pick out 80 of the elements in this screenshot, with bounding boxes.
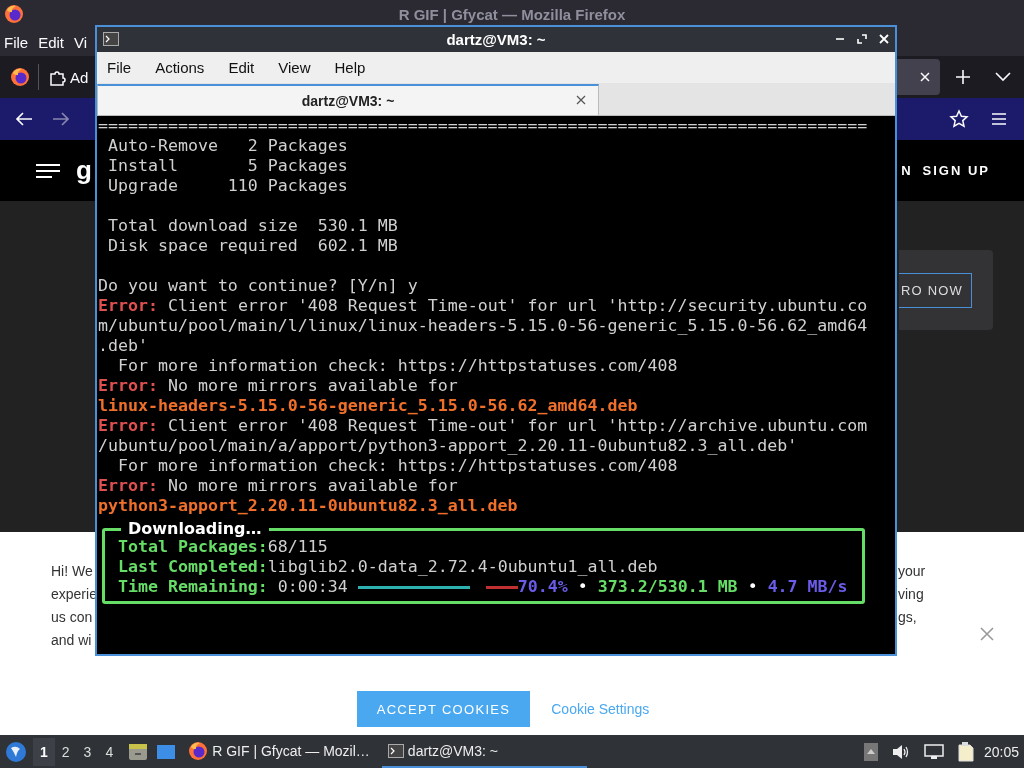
menu-item[interactable]: Help xyxy=(334,59,366,76)
chevron-down-icon[interactable] xyxy=(995,72,1011,82)
terminal-icon xyxy=(387,743,404,758)
cookie-text: your xyxy=(898,562,927,581)
browser-tab[interactable] xyxy=(897,59,940,95)
firefox-icon[interactable] xyxy=(10,67,30,87)
site-logo[interactable]: g xyxy=(76,155,92,186)
terminal-icon xyxy=(103,32,119,46)
speed-text: 4.7 MB/s xyxy=(767,577,848,597)
login-link[interactable]: N xyxy=(901,163,913,178)
terminal-line: Do you want to continue? [Y/n] y xyxy=(98,276,419,296)
back-arrow-icon[interactable] xyxy=(15,111,33,127)
terminal-line: Auto-Remove 2 Packages xyxy=(107,136,349,156)
firefox-icon xyxy=(188,740,209,761)
progress-row-text: Last Completed:libglib2.0-data_2.72.4-0ubuntu1_all.deb xyxy=(118,557,659,577)
status-label: Time Remaining: xyxy=(118,577,268,597)
terminal-line: ============================================================================= xyxy=(98,116,869,136)
terminal-line: For more information check: https://httpstatuses.com/408 xyxy=(116,356,679,376)
menu-item[interactable]: Vi xyxy=(74,33,88,51)
terminal-line: Upgrade 110 Packages xyxy=(107,176,349,196)
firefox-icon xyxy=(4,4,24,24)
menu-item[interactable]: File xyxy=(107,59,132,76)
terminal-line: Install 5 Packages xyxy=(107,156,349,176)
promo-button[interactable]: RO NOW xyxy=(899,272,973,308)
size-text: 373.2/530.1 MB xyxy=(597,577,738,597)
terminal-tab[interactable]: dartz@VM3: ~ xyxy=(97,84,599,115)
terminal-line: linux-headers-5.15.0-56-generic_5.15.0-56.62_amd64.deb xyxy=(98,396,639,416)
volume-icon[interactable] xyxy=(891,743,910,760)
cookie-text: and wi xyxy=(51,631,93,650)
separator-dot: • xyxy=(747,577,758,597)
window-icon[interactable] xyxy=(156,743,177,760)
terminal-line: For more information check: https://httpstatuses.com/408 xyxy=(116,456,679,476)
terminal-line: Error: No more mirrors available for xyxy=(98,376,459,396)
terminal-line: Error: Client error '408 Request Time-out' for url 'http://archive.ubuntu.com xyxy=(98,416,869,436)
cookie-text: experie xyxy=(51,585,97,604)
workspace-button[interactable]: 3 xyxy=(76,737,99,766)
menu-item[interactable]: Edit xyxy=(228,59,255,76)
menu-item[interactable]: Actions xyxy=(155,59,205,76)
terminal-line: .deb' xyxy=(98,336,149,356)
menu-item[interactable]: Edit xyxy=(38,33,65,51)
start-menu-icon[interactable] xyxy=(5,740,27,763)
terminal-line: Error: Client error '408 Request Time-out' for url 'http://security.ubuntu.co xyxy=(98,296,869,316)
menu-item[interactable]: View xyxy=(278,59,311,76)
workspace-button[interactable]: 1 xyxy=(33,737,55,766)
close-icon[interactable] xyxy=(576,95,586,105)
cookie-text: gs, xyxy=(898,608,918,627)
percent-text: 70.4% xyxy=(517,577,568,597)
window-title: R GIF | Gfycat — Mozilla Firefox xyxy=(398,5,626,23)
puzzle-icon xyxy=(48,68,66,86)
terminal-line: Error: No more mirrors available for xyxy=(98,476,459,496)
terminal-line: Disk space required 602.1 MB xyxy=(107,236,399,256)
menu-icon[interactable] xyxy=(35,162,61,179)
terminal-line: python3-apport_2.20.11-0ubuntu82.3_all.deb xyxy=(98,496,519,516)
signup-link[interactable]: SIGN UP xyxy=(922,163,990,178)
menu-icon[interactable] xyxy=(991,112,1007,126)
cookie-text: us con xyxy=(51,608,94,627)
terminal-line: Total download size 530.1 MB xyxy=(107,216,399,236)
workspace-button[interactable]: 4 xyxy=(98,737,121,766)
forward-arrow-icon[interactable] xyxy=(52,111,70,127)
time-remaining: 0:00:34 xyxy=(277,577,348,597)
panel-title: Downloading… xyxy=(121,519,269,539)
progress-row-text: Total Packages:68/115 xyxy=(118,537,329,557)
window-title: dartz@VM3: ~ xyxy=(446,31,546,48)
maximize-icon[interactable] xyxy=(857,34,867,44)
taskbar-task[interactable]: R GIF | Gfycat — Mozil… xyxy=(182,735,376,768)
taskbar-task[interactable]: dartz@VM3: ~ xyxy=(381,735,587,768)
workspace-button[interactable]: 2 xyxy=(54,737,77,766)
browser-tab[interactable]: Ad xyxy=(48,68,89,86)
clock: 20:05 xyxy=(983,743,1019,760)
menu-item[interactable]: File xyxy=(4,33,29,51)
file-drawer-icon[interactable] xyxy=(128,742,149,761)
close-icon xyxy=(919,71,931,83)
cookie-text: Hi! We xyxy=(51,562,94,581)
cookie-text: ving xyxy=(898,585,925,604)
plus-icon[interactable] xyxy=(955,69,971,85)
star-icon[interactable] xyxy=(949,109,969,129)
tray-up-icon[interactable] xyxy=(863,742,878,761)
terminal-line: m/ubuntu/pool/main/l/linux/linux-headers-5.15.0-56-generic_5.15.0-56.62_amd64 xyxy=(98,316,869,336)
separator-dot: • xyxy=(577,577,588,597)
terminal-line: /ubuntu/pool/main/a/apport/python3-apport_2.20.11-0ubuntu82.3_all.deb' xyxy=(98,436,799,456)
